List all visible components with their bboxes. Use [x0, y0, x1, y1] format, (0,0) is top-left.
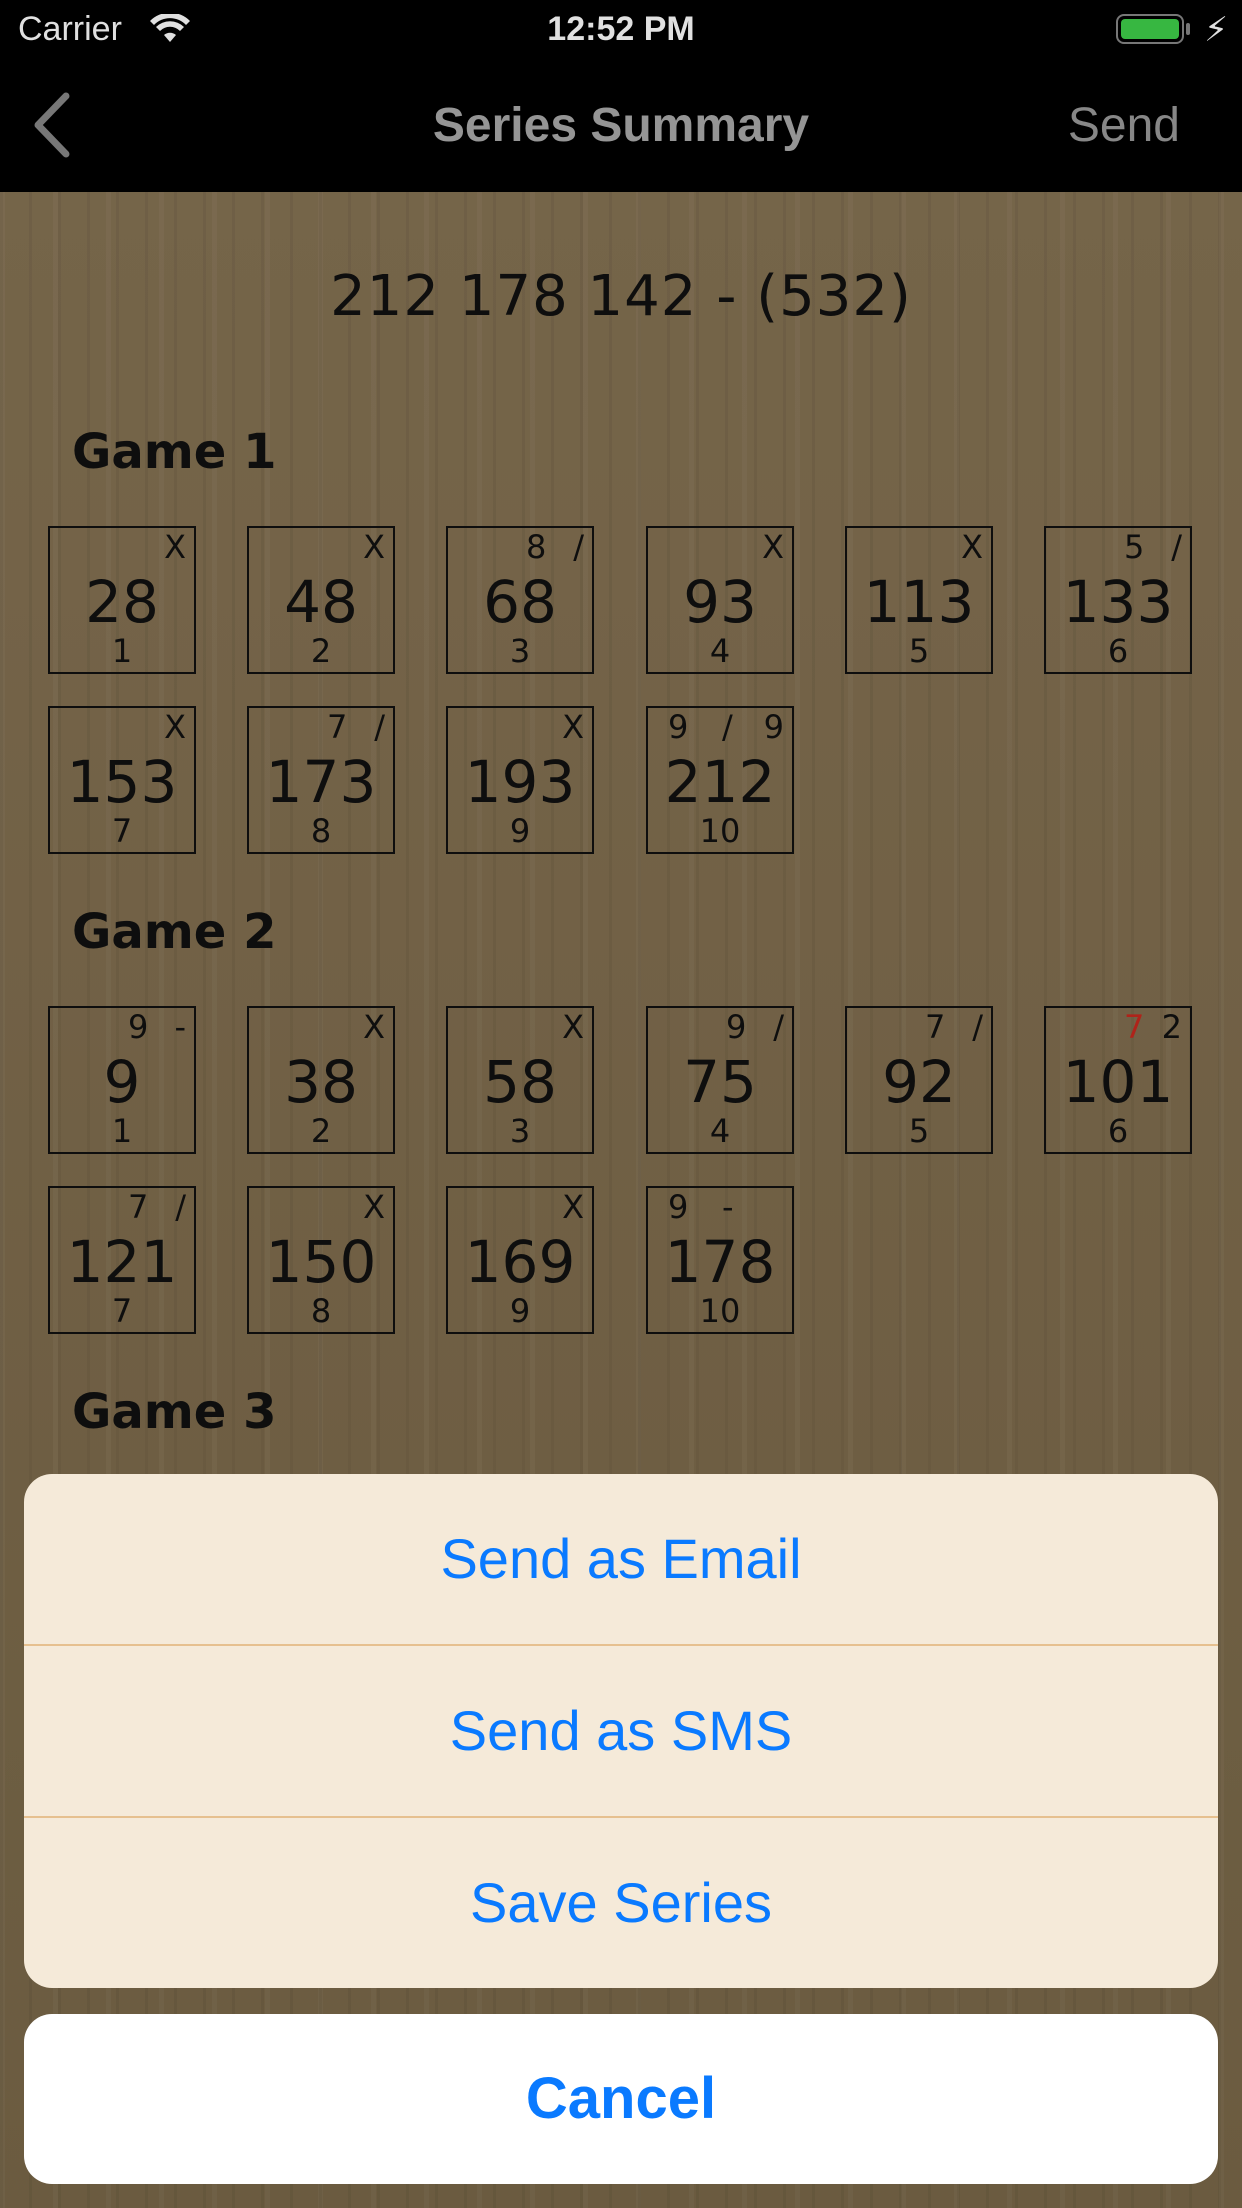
send-email-button[interactable]: Send as Email	[24, 1474, 1218, 1644]
send-sms-button[interactable]: Send as SMS	[24, 1646, 1218, 1816]
save-series-button[interactable]: Save Series	[24, 1818, 1218, 1988]
cancel-button[interactable]: Cancel	[24, 2014, 1218, 2184]
action-sheet: Send as Email Send as SMS Save Series	[24, 1474, 1218, 1988]
